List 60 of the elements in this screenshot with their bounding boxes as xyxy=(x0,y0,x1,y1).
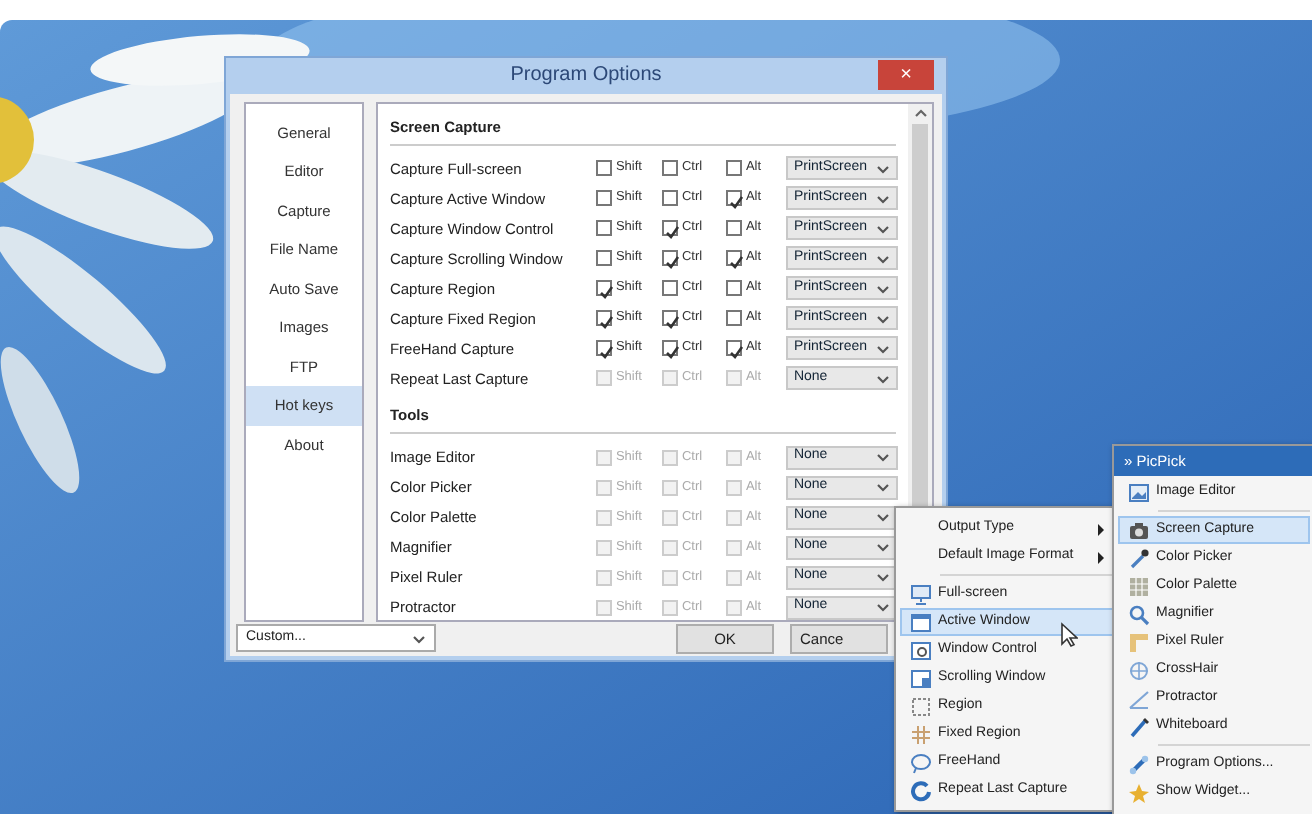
chevron-icon xyxy=(875,512,890,522)
checkbox[interactable] xyxy=(725,310,742,327)
image-icon xyxy=(1127,481,1149,503)
search-icon xyxy=(1127,603,1149,625)
eyedropper-icon xyxy=(1127,547,1149,569)
window-title: Program Options xyxy=(510,62,662,91)
checkbox[interactable] xyxy=(595,160,612,177)
checkbox[interactable] xyxy=(725,190,742,207)
pen-icon xyxy=(1127,715,1149,737)
chevron-icon xyxy=(875,452,890,462)
checkbox[interactable] xyxy=(595,310,612,327)
refresh-icon xyxy=(909,779,931,801)
chevron-icon xyxy=(875,253,890,264)
chevron-icon xyxy=(412,633,426,644)
checkbox[interactable] xyxy=(725,340,742,357)
tools-icon xyxy=(1127,753,1149,775)
star-icon xyxy=(1127,781,1149,803)
checkbox[interactable] xyxy=(725,220,742,237)
checkbox[interactable] xyxy=(725,160,742,177)
crosshair-icon xyxy=(1127,659,1149,681)
chevron-icon xyxy=(875,572,890,582)
monitor-icon xyxy=(909,583,931,605)
chevron-icon xyxy=(875,542,890,552)
checkbox[interactable] xyxy=(661,310,678,327)
chevron-icon xyxy=(875,223,890,234)
chevron-icon xyxy=(875,482,890,492)
lasso-icon xyxy=(909,751,931,773)
checkbox[interactable] xyxy=(595,340,612,357)
checkbox[interactable] xyxy=(661,250,678,267)
window-icon xyxy=(909,611,931,633)
region-icon xyxy=(909,695,931,717)
chevron-icon xyxy=(875,602,890,612)
checkbox[interactable] xyxy=(661,220,678,237)
window-icon xyxy=(909,639,931,661)
checkbox[interactable] xyxy=(725,250,742,267)
palette-icon xyxy=(1127,575,1149,597)
camera-icon xyxy=(1127,519,1149,541)
checkbox[interactable] xyxy=(595,250,612,267)
checkbox[interactable] xyxy=(661,190,678,207)
mouse-cursor-icon xyxy=(1060,622,1078,648)
checkbox[interactable] xyxy=(661,340,678,357)
checkbox[interactable] xyxy=(595,280,612,297)
chevron-icon xyxy=(875,193,890,204)
ruler-icon xyxy=(1127,631,1149,653)
checkbox[interactable] xyxy=(725,280,742,297)
chevron-icon xyxy=(875,163,890,174)
checkbox[interactable] xyxy=(661,280,678,297)
checkbox[interactable] xyxy=(595,190,612,207)
submenu-arrow-icon xyxy=(1098,524,1104,536)
chevron-icon xyxy=(875,283,890,294)
protractor-icon xyxy=(1127,687,1149,709)
submenu-arrow-icon xyxy=(1098,552,1104,564)
window-icon xyxy=(909,667,931,689)
grid-icon xyxy=(909,723,931,745)
chevron-icon xyxy=(875,373,890,384)
checkbox[interactable] xyxy=(661,160,678,177)
checkbox[interactable] xyxy=(595,220,612,237)
chevron-icon xyxy=(875,343,890,354)
chevron-icon xyxy=(875,313,890,324)
close-button[interactable]: × xyxy=(878,60,934,90)
